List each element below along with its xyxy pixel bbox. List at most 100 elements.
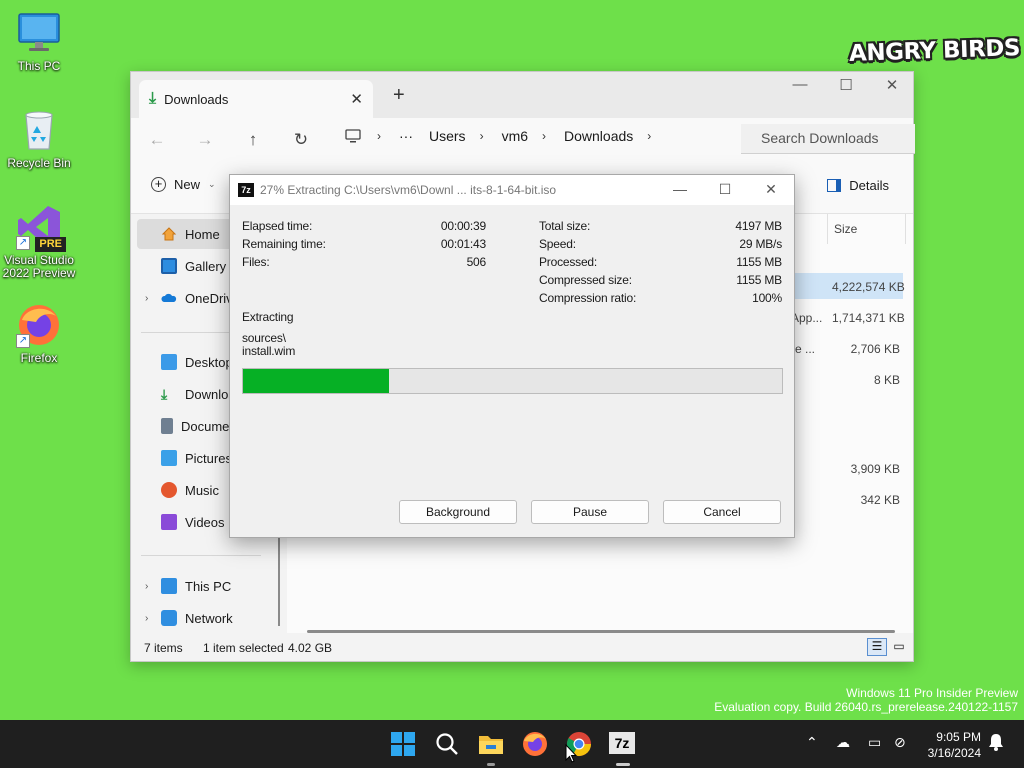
chevron-right-icon: › [479,129,484,143]
running-indicator [487,763,495,766]
tab-close-icon[interactable]: ✕ [350,90,363,108]
angry-birds-logo: ANGRY BIRDS [848,35,1021,67]
firefox-icon: ↗ [16,302,62,348]
more-icon[interactable]: ··· [399,128,413,144]
minimize-button[interactable]: — [660,181,700,197]
pause-button[interactable]: Pause [531,500,649,524]
nav-item-network[interactable]: › Network [137,603,273,633]
minimize-button[interactable]: — [777,76,823,93]
monitor-icon [16,10,62,56]
desktop-icon-label: Recycle Bin [7,156,71,170]
maximize-button[interactable]: ☐ [705,181,745,198]
file-type-cell: e ... [795,342,816,356]
home-icon [161,226,177,242]
system-clock[interactable]: 9:05 PM 3/16/2024 [917,729,981,761]
preview-badge: PRE [35,237,66,252]
chevron-right-icon[interactable]: › [145,581,148,592]
close-button[interactable]: ✕ [751,181,791,198]
dialog-title: 27% Extracting C:\Users\vm6\Downl ... it… [260,183,557,197]
start-button[interactable] [389,730,417,758]
files-value: 506 [466,255,487,269]
visual-studio-icon: PRE ↗ [16,204,66,252]
nav-scrollbar[interactable] [278,538,280,626]
download-arrow-icon: ⤓ [161,386,168,402]
chevron-right-icon[interactable]: › [145,293,148,304]
file-size-cell: 342 KB [860,493,900,507]
status-bar: 7 items 1 item selected 4.02 GB ☰ ▭ [131,633,913,661]
evaluation-watermark: Windows 11 Pro Insider Preview Evaluatio… [714,686,1018,714]
details-pane-icon [827,179,842,192]
running-indicator [616,763,630,766]
nav-divider [141,555,261,556]
column-header-size[interactable]: Size [827,214,913,244]
selection-count: 1 item selected [203,641,284,655]
watermark-line-2: Evaluation copy. Build 26040.rs_prerelea… [714,700,1018,714]
computer-icon[interactable] [343,128,363,149]
search-input[interactable]: Search Downloads [741,124,915,154]
chevron-right-icon[interactable]: › [145,613,148,624]
firefox-icon[interactable] [521,730,549,758]
details-label: Details [849,178,889,193]
shortcut-arrow-icon: ↗ [16,236,30,250]
remaining-time-value: 00:01:43 [440,237,486,251]
breadcrumb-vm6[interactable]: vm6 [502,128,528,144]
desktop-icon-label: This PC [17,59,61,73]
cancel-button[interactable]: Cancel [663,500,781,524]
tab-bar: ⤓ Downloads ✕ + — ☐ ✕ [131,72,913,118]
network-icon[interactable]: ▭ [868,734,881,751]
new-label: New [174,177,201,192]
desktop-icon-this-pc[interactable]: This PC [0,10,78,73]
elapsed-time-value: 00:00:39 [440,219,486,233]
desktop-icon-recycle-bin[interactable]: Recycle Bin [0,107,78,170]
onedrive-offline-icon[interactable]: ☁ [836,734,850,751]
total-size-value: 4197 MB [735,219,782,233]
refresh-button[interactable]: ↻ [291,130,311,150]
desktop-icon-visual-studio[interactable]: PRE ↗ Visual Studio 2022 Preview [0,204,78,280]
compressed-size-value: 1155 MB [736,273,782,287]
tiles-view-icon[interactable]: ▭ [889,638,909,656]
back-button[interactable]: ← [147,130,167,150]
shortcut-arrow-icon: ↗ [16,334,30,348]
up-button[interactable]: ↑ [243,130,263,150]
new-tab-button[interactable]: + [393,84,405,107]
processed-label: Processed: [539,255,598,269]
details-view-icon[interactable]: ☰ [867,638,887,656]
tab-downloads[interactable]: ⤓ Downloads ✕ [139,80,373,118]
breadcrumb-users[interactable]: Users [429,128,466,144]
extract-progress-dialog: 7z 27% Extracting C:\Users\vm6\Downl ...… [229,174,795,538]
chevron-up-icon[interactable]: ⌃ [806,734,818,751]
recycle-bin-icon [16,107,62,153]
tab-title: Downloads [164,91,229,107]
desktop-icon [161,354,177,370]
clock-date: 3/16/2024 [927,746,981,760]
monitor-icon [161,578,177,594]
chevron-right-icon: › [377,129,381,143]
music-icon [161,482,177,498]
volume-muted-icon[interactable]: ⊘ [894,734,906,751]
processed-value: 1155 MB [736,255,782,269]
close-button[interactable]: ✕ [869,76,915,94]
file-explorer-icon[interactable] [477,730,505,758]
mouse-cursor-icon [565,744,577,763]
files-label: Files: [242,255,270,269]
elapsed-time-label: Elapsed time: [242,219,313,233]
new-button[interactable]: + New ⌄ [151,177,216,192]
speed-label: Speed: [539,237,576,251]
breadcrumb: › ··· Users › vm6 › Downloads › [377,128,669,144]
notification-bell-icon[interactable] [988,733,1004,754]
background-button[interactable]: Background [399,500,517,524]
7zip-taskbar-icon[interactable]: 7z [609,732,635,754]
chevron-right-icon: › [542,129,547,143]
file-size-cell: 2,706 KB [850,342,900,356]
desktop-icon-firefox[interactable]: ↗ Firefox [0,302,78,365]
forward-button[interactable]: → [195,130,215,150]
breadcrumb-downloads[interactable]: Downloads [564,128,633,144]
desktop-icon-label: Firefox [20,351,58,365]
maximize-button[interactable]: ☐ [823,76,869,94]
details-button[interactable]: Details [827,178,889,193]
7zip-icon: 7z [238,183,254,197]
nav-item-this-pc[interactable]: › This PC [137,571,273,601]
file-size-cell: 3,909 KB [850,462,900,476]
search-icon[interactable] [433,730,461,758]
chevron-down-icon: ⌄ [208,179,216,189]
